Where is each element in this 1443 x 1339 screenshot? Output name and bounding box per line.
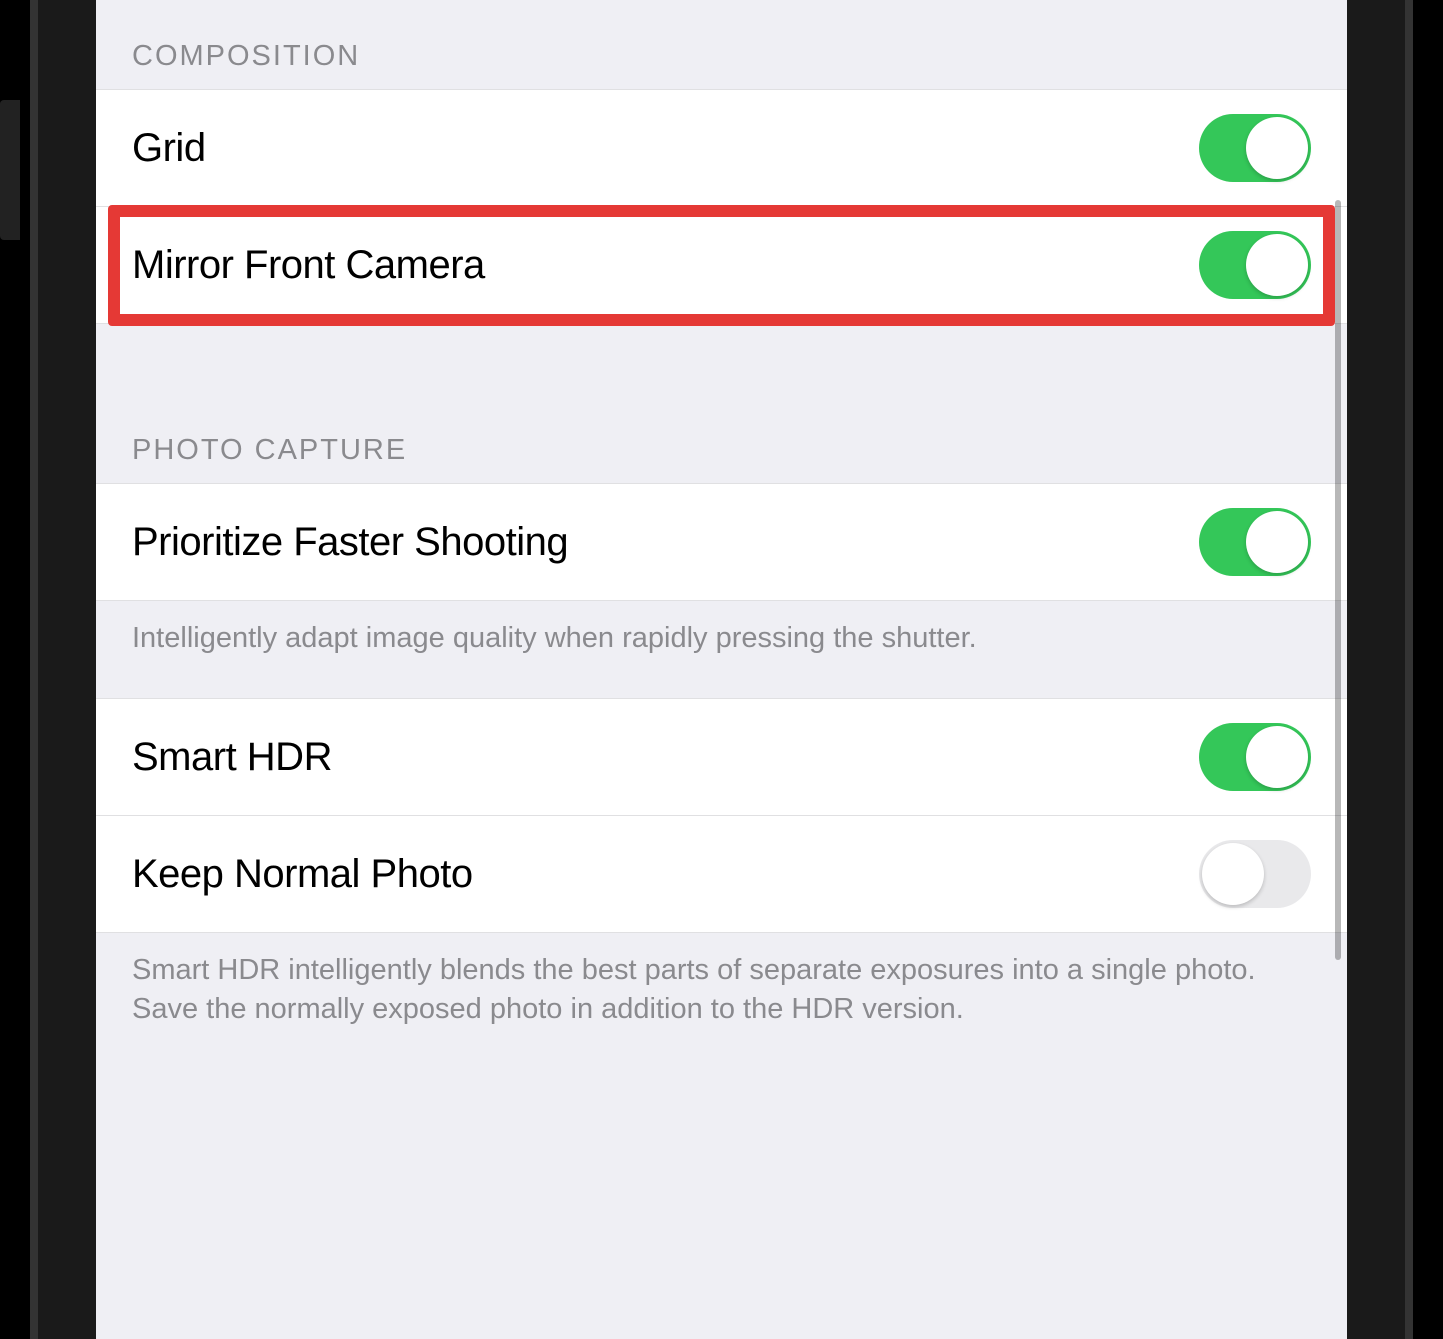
mirror-front-camera-row[interactable]: Mirror Front Camera [96, 207, 1347, 324]
grid-toggle[interactable] [1199, 114, 1311, 182]
smart-hdr-toggle[interactable] [1199, 723, 1311, 791]
toggle-knob [1246, 117, 1308, 179]
photo-capture-section-header: PHOTO CAPTURE [96, 394, 1347, 483]
toggle-knob [1246, 234, 1308, 296]
keep-normal-photo-row[interactable]: Keep Normal Photo [96, 816, 1347, 933]
keep-normal-photo-label: Keep Normal Photo [132, 852, 473, 897]
hdr-footer-text: Smart HDR intelligently blends the best … [96, 933, 1347, 1069]
mirror-front-camera-label: Mirror Front Camera [132, 243, 485, 288]
section-spacer [96, 324, 1347, 394]
mirror-front-camera-toggle[interactable] [1199, 231, 1311, 299]
prioritize-faster-shooting-label: Prioritize Faster Shooting [132, 520, 568, 565]
toggle-knob [1246, 511, 1308, 573]
smart-hdr-row[interactable]: Smart HDR [96, 698, 1347, 816]
keep-normal-photo-toggle[interactable] [1199, 840, 1311, 908]
prioritize-faster-shooting-toggle[interactable] [1199, 508, 1311, 576]
prioritize-footer-text: Intelligently adapt image quality when r… [96, 601, 1347, 698]
settings-screen: COMPOSITION Grid Mirror Front Camera PHO… [96, 0, 1347, 1339]
grid-label: Grid [132, 126, 206, 171]
toggle-knob [1202, 843, 1264, 905]
toggle-knob [1246, 726, 1308, 788]
composition-section-header: COMPOSITION [96, 0, 1347, 89]
scrollbar[interactable] [1335, 200, 1341, 960]
grid-row[interactable]: Grid [96, 89, 1347, 207]
side-button [0, 100, 20, 240]
prioritize-faster-shooting-row[interactable]: Prioritize Faster Shooting [96, 483, 1347, 601]
device-frame: COMPOSITION Grid Mirror Front Camera PHO… [0, 0, 1443, 1339]
smart-hdr-label: Smart HDR [132, 735, 332, 780]
